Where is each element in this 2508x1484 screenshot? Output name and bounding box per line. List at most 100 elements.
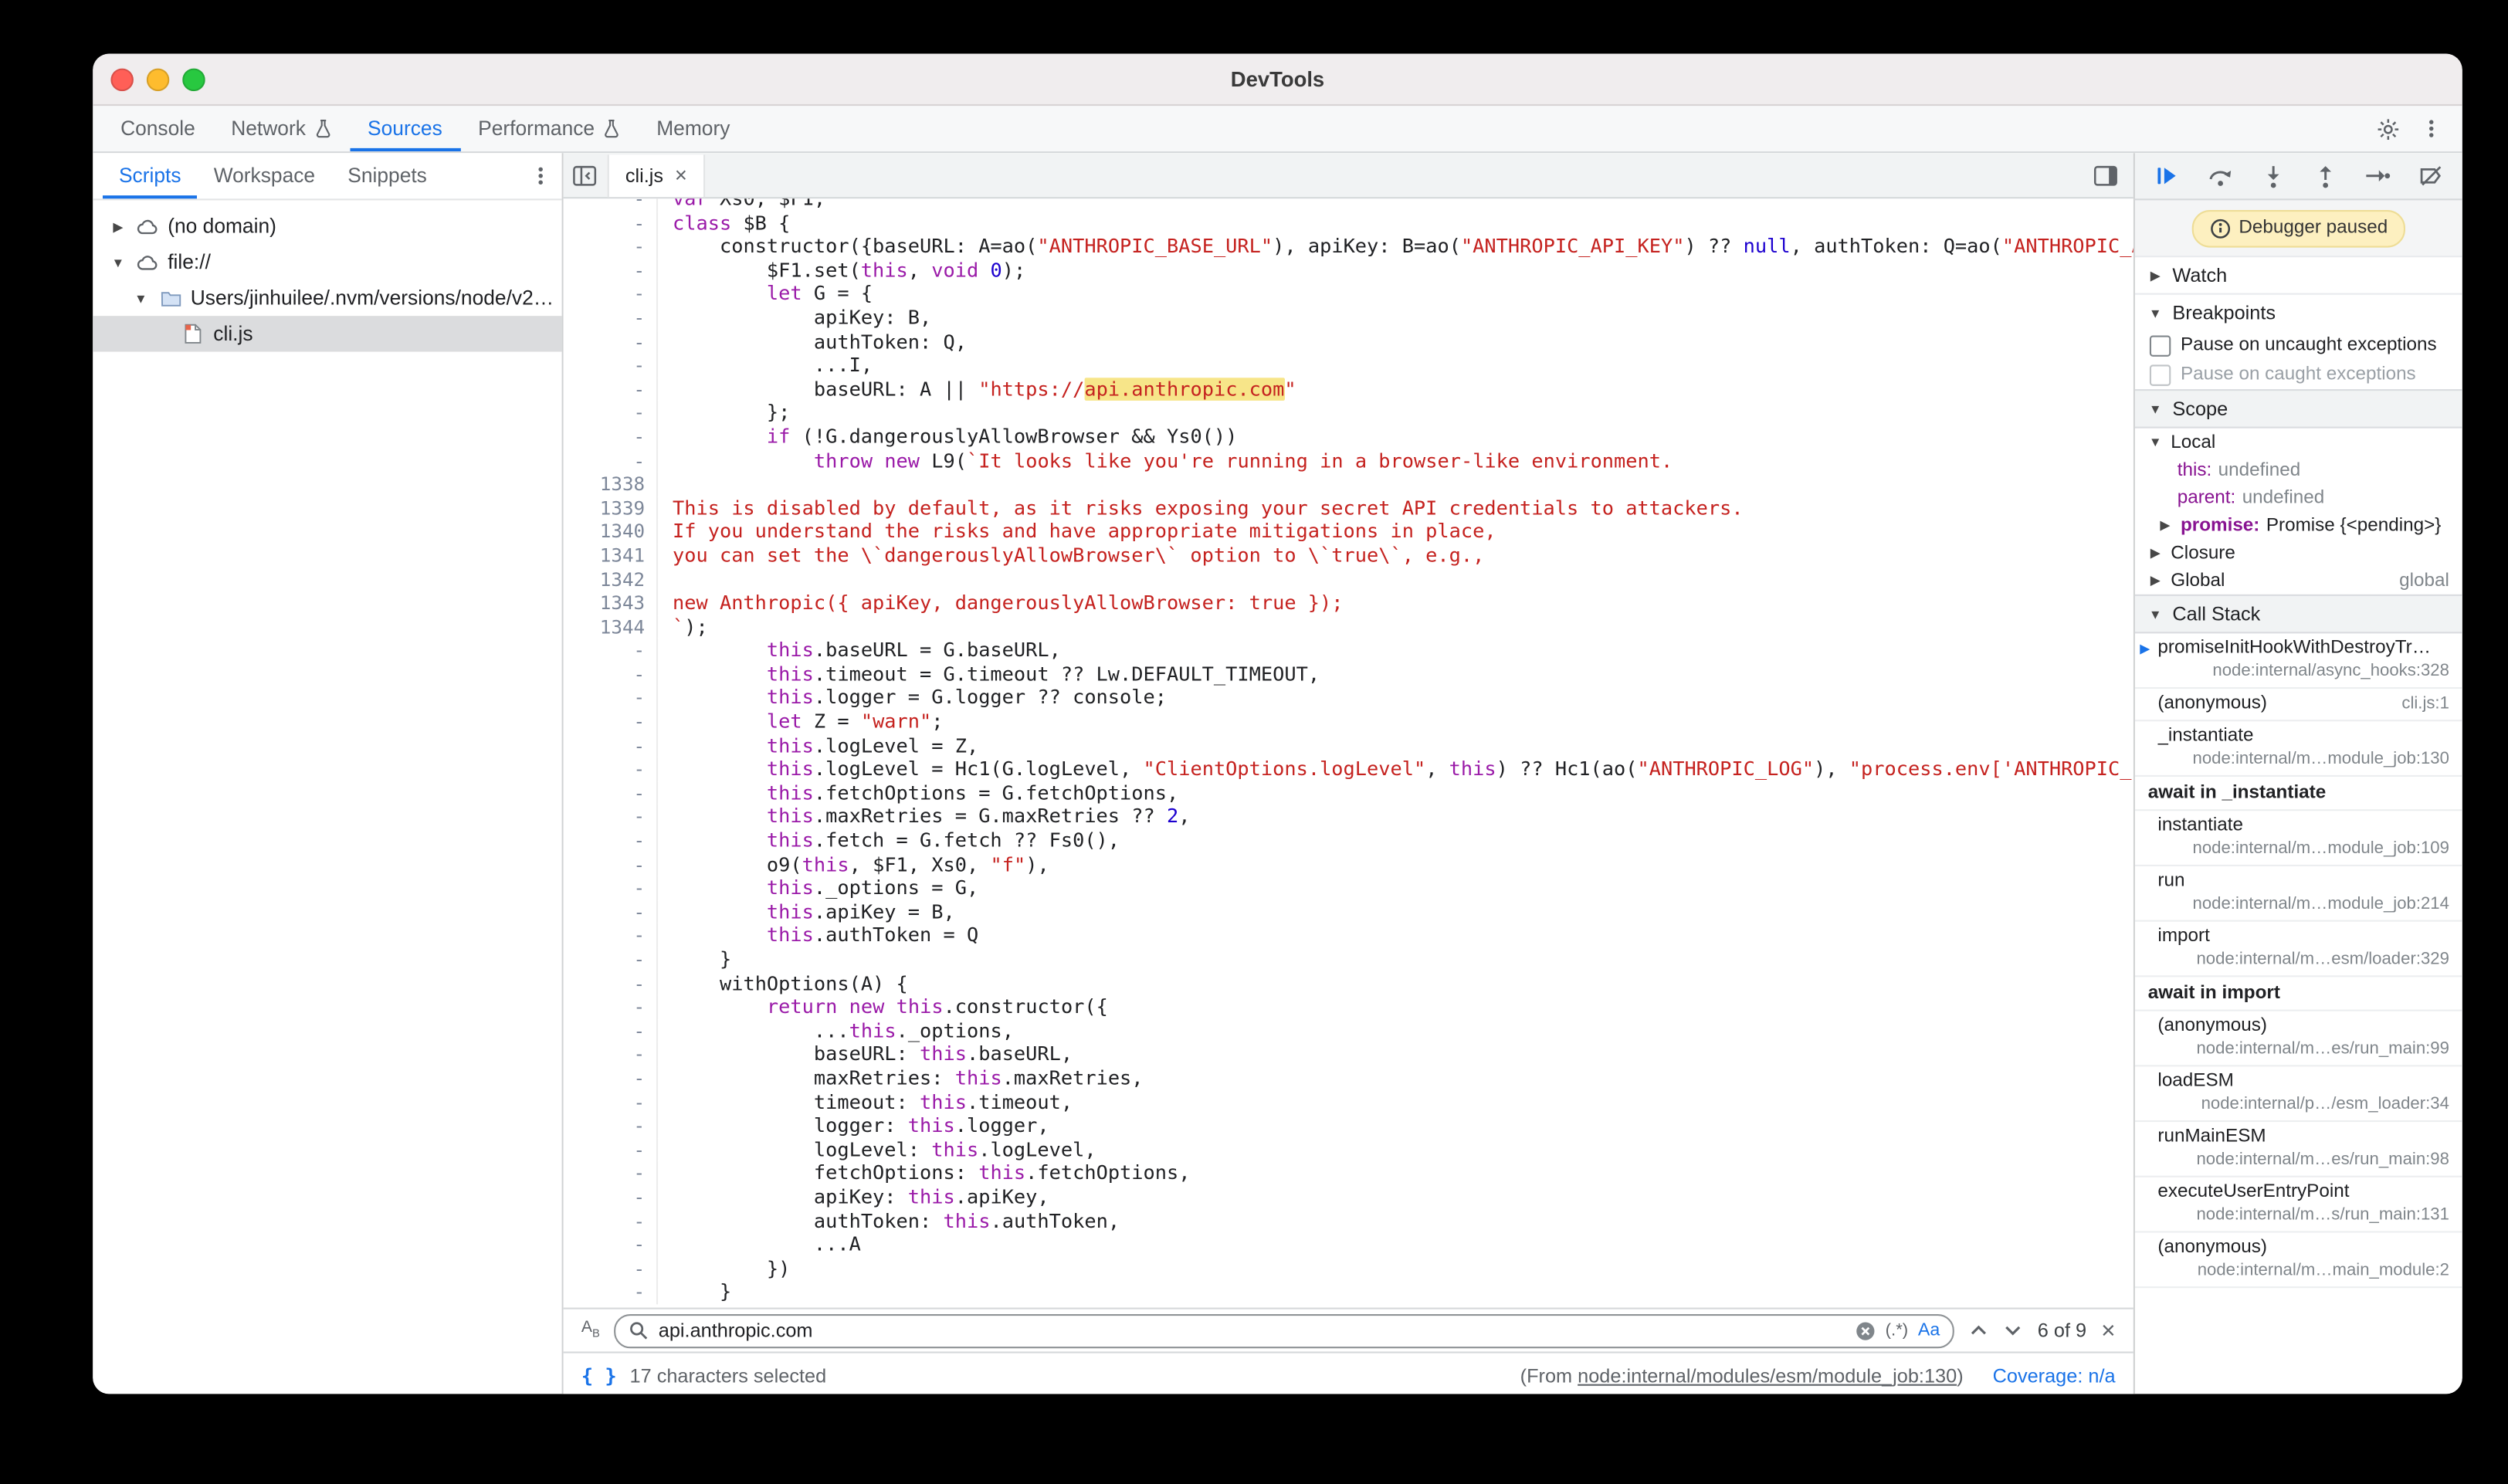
code-line[interactable]: 1343new Anthropic({ apiKey, dangerouslyA… [564,591,2133,615]
code-line[interactable]: 1342 [564,568,2133,591]
code-line[interactable]: 1340If you understand the risks and have… [564,520,2133,544]
code-line[interactable]: - ...this._options, [564,1019,2133,1043]
navigator-tab-scripts[interactable]: Scripts [103,153,198,198]
toolbar-tab-console[interactable]: Console [103,106,213,151]
code-line[interactable]: 1341you can set the \`dangerouslyAllowBr… [564,544,2133,568]
search-input[interactable]: api.anthropic.com (.*) Aa [615,1313,1954,1347]
scope-group-global[interactable]: ▶Globalglobal [2135,567,2462,595]
code-line[interactable]: - maxRetries: this.maxRetries, [564,1066,2133,1090]
code-line[interactable]: - } [564,947,2133,971]
coverage-link[interactable]: Coverage: n/a [1993,1364,2116,1387]
call-stack-frame[interactable]: importnode:internal/m…esm/loader:329 [2135,922,2462,977]
find-next-icon[interactable] [2003,1324,2022,1337]
code-line[interactable]: - baseURL: A || "https://api.anthropic.c… [564,378,2133,401]
code-line[interactable]: - o9(this, $F1, Xs0, "f"), [564,852,2133,876]
code-line[interactable]: - apiKey: this.apiKey, [564,1185,2133,1209]
code-line[interactable]: - this.maxRetries = G.maxRetries ?? 2, [564,805,2133,829]
code-line[interactable]: - this.fetch = G.fetch ?? Fs0(), [564,829,2133,853]
toggle-debugger-sidebar-icon[interactable] [2093,164,2133,187]
code-line[interactable]: 1338 [564,473,2133,496]
call-stack-frame[interactable]: executeUserEntryPointnode:internal/m…s/r… [2135,1177,2462,1233]
navigator-more-icon[interactable] [529,153,552,198]
checkbox[interactable] [2150,364,2171,385]
code-line[interactable]: - authToken: this.authToken, [564,1209,2133,1233]
code-line[interactable]: - apiKey: B, [564,306,2133,330]
clear-search-icon[interactable] [1855,1320,1876,1340]
section-breakpoints[interactable]: ▼Breakpoints [2135,293,2462,331]
chevron-down-icon[interactable]: ▼ [2147,435,2164,449]
scope-group-closure[interactable]: ▶Closure [2135,539,2462,567]
code-line[interactable]: -var Xs0, $F1; [564,198,2133,211]
source-mapping-link[interactable]: node:internal/modules/esm/module_job:130 [1578,1364,1957,1387]
code-line[interactable]: 1339This is disabled by default, as it r… [564,496,2133,520]
navigator-tab-workspace[interactable]: Workspace [198,153,332,198]
code-line[interactable]: - ...A [564,1233,2133,1257]
scope-property-this[interactable]: this:undefined [2135,456,2462,484]
settings-gear-icon[interactable] [2376,117,2401,141]
navigator-tab-snippets[interactable]: Snippets [331,153,443,198]
code-line[interactable]: - constructor({baseURL: A=ao("ANTHROPIC_… [564,235,2133,259]
code-line[interactable]: - throw new L9(`It looks like you're run… [564,449,2133,473]
code-line[interactable]: - authToken: Q, [564,330,2133,354]
checkbox[interactable] [2150,334,2171,355]
resume-icon[interactable] [2153,163,2179,189]
regex-toggle[interactable]: (.*) [1886,1320,1909,1340]
code-line[interactable]: - let G = { [564,283,2133,307]
step-over-icon[interactable] [2207,164,2235,188]
chevron-right-icon[interactable]: ▶ [109,219,127,234]
code-line[interactable]: - baseURL: this.baseURL, [564,1043,2133,1067]
call-stack-frame[interactable]: (anonymous)cli.js:1 [2135,689,2462,721]
section-scope[interactable]: ▼Scope [2135,389,2462,429]
step-into-icon[interactable] [2262,164,2286,188]
code-line[interactable]: - fetchOptions: this.fetchOptions, [564,1161,2133,1185]
call-stack-frame[interactable]: loadESMnode:internal/p…/esm_loader:34 [2135,1066,2462,1122]
title-bar[interactable]: DevTools [93,54,2462,106]
code-line[interactable]: - this.timeout = G.timeout ?? Lw.DEFAULT… [564,662,2133,686]
code-line[interactable]: - this._options = G, [564,876,2133,900]
chevron-right-icon[interactable]: ▶ [2147,573,2164,588]
code-line[interactable]: - this.logger = G.logger ?? console; [564,686,2133,710]
section-call-stack[interactable]: ▼Call Stack [2135,595,2462,634]
breakpoint-option[interactable]: Pause on uncaught exceptions [2135,330,2462,360]
code-line[interactable]: - this.fetchOptions = G.fetchOptions, [564,781,2133,805]
code-line[interactable]: - let Z = "warn"; [564,710,2133,734]
tree-item-users-jinhuilee-nvm-versions-node-v2-[interactable]: ▼Users/jinhuilee/.nvm/versions/node/v2… [93,280,561,316]
find-ab-icon[interactable]: AB [581,1320,600,1340]
tree-item-file-[interactable]: ▼file:// [93,244,561,280]
code-line[interactable]: - this.logLevel = Z, [564,734,2133,757]
close-tab-icon[interactable]: × [675,164,687,185]
close-window-button[interactable] [110,68,134,91]
toolbar-tab-network[interactable]: Network [213,106,350,151]
code-line[interactable]: - this.logLevel = Hc1(G.logLevel, "Clien… [564,757,2133,781]
scope-property-parent[interactable]: parent:undefined [2135,483,2462,511]
toolbar-tab-memory[interactable]: Memory [639,106,748,151]
code-line[interactable]: - this.apiKey = B, [564,900,2133,924]
match-case-toggle[interactable]: Aa [1918,1320,1940,1340]
code-line[interactable]: -class $B { [564,211,2133,235]
code-line[interactable]: - }) [564,1257,2133,1281]
scope-group-local[interactable]: ▼Local [2135,429,2462,456]
deactivate-breakpoints-icon[interactable] [2418,164,2445,188]
minimize-window-button[interactable] [147,68,170,91]
more-options-icon[interactable] [2420,117,2443,141]
code-editor[interactable]: -var Xs0, $F1;-class $B {- constructor({… [564,198,2133,1307]
find-previous-icon[interactable] [1969,1324,1988,1337]
close-find-icon[interactable]: × [2101,1318,2115,1343]
code-line[interactable]: - if (!G.dangerouslyAllowBrowser && Ys0(… [564,425,2133,449]
code-line[interactable]: - this.baseURL = G.baseURL, [564,639,2133,662]
chevron-right-icon[interactable]: ▶ [2156,518,2174,533]
chevron-down-icon[interactable]: ▼ [132,290,150,305]
call-stack-frame[interactable]: instantiatenode:internal/m…module_job:10… [2135,811,2462,866]
call-stack-frame[interactable]: ▶promiseInitHookWithDestroyTr…node:inter… [2135,633,2462,689]
code-line[interactable]: - withOptions(A) { [564,971,2133,995]
toolbar-tab-sources[interactable]: Sources [350,106,460,151]
pretty-print-icon[interactable]: { } [581,1364,617,1387]
step-icon[interactable] [2364,164,2391,188]
code-line[interactable]: - timeout: this.timeout, [564,1090,2133,1114]
code-line[interactable]: - logLevel: this.logLevel, [564,1138,2133,1162]
chevron-right-icon[interactable]: ▶ [2147,546,2164,561]
tree-item-cli-js[interactable]: cli.js [93,316,561,351]
scope-property-promise[interactable]: ▶promise:Promise {<pending>} [2135,511,2462,539]
step-out-icon[interactable] [2313,164,2337,188]
call-stack-frame[interactable]: runMainESMnode:internal/m…es/run_main:98 [2135,1122,2462,1177]
